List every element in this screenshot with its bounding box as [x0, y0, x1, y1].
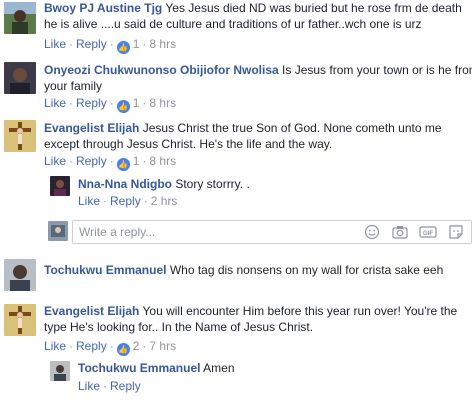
avatar-bwoy-pj[interactable]: [4, 2, 36, 34]
avatar-nna-nna-ndigbo[interactable]: [50, 176, 70, 196]
reply-link[interactable]: Reply: [76, 96, 107, 110]
reply-actions: Like · Reply · 2 hrs: [78, 194, 178, 208]
thumbs-up-icon: 👍: [116, 343, 130, 356]
comment-text: You will encounter Him before this year …: [142, 304, 458, 318]
like-link[interactable]: Like: [44, 96, 66, 110]
current-user-avatar: [48, 221, 68, 241]
reply-input[interactable]: [79, 223, 349, 241]
reply-link[interactable]: Reply: [110, 379, 141, 393]
timestamp[interactable]: 8 hrs: [149, 37, 176, 51]
comment-text: Jesus Christ the true Son of God. None c…: [142, 121, 442, 135]
timestamp[interactable]: 8 hrs: [149, 96, 176, 110]
comment-body: Onyeozi Chukwunonso Obijiofor Nwolisa Is…: [44, 62, 472, 78]
comment-author[interactable]: Bwoy PJ Austine Tjg: [44, 1, 162, 15]
like-count[interactable]: 2: [133, 339, 140, 353]
comment-author[interactable]: Evangelist Elijah: [44, 121, 139, 135]
reply-link[interactable]: Reply: [76, 339, 107, 353]
like-count[interactable]: 1: [133, 96, 140, 110]
avatar-tochukwu-emmanuel[interactable]: [50, 361, 70, 381]
comment-actions: Like · Reply · 👍 1 · 8 hrs: [44, 96, 177, 113]
avatar-onyeozi[interactable]: [4, 62, 36, 94]
comment-actions: Like · Reply · 👍 2 · 7 hrs: [44, 339, 177, 356]
reply-author[interactable]: Tochukwu Emmanuel: [78, 361, 200, 375]
reply-link[interactable]: Reply: [110, 194, 141, 208]
comment-author[interactable]: Evangelist Elijah: [44, 304, 139, 318]
comment-text: Is Jesus from your town or is he from: [282, 63, 472, 77]
reply-body: Tochukwu Emmanuel Amen: [78, 360, 468, 376]
thumbs-up-icon: 👍: [116, 158, 130, 171]
avatar-evangelist-elijah[interactable]: [4, 304, 36, 336]
timestamp[interactable]: 7 hrs: [149, 339, 176, 353]
comment-text-line2: your family: [44, 79, 103, 93]
comment-author[interactable]: Tochukwu Emmanuel: [44, 263, 166, 277]
reply-author[interactable]: Nna-Nna Ndigbo: [78, 177, 172, 191]
like-link[interactable]: Like: [44, 37, 66, 51]
svg-text:GIF: GIF: [423, 231, 433, 237]
like-link[interactable]: Like: [44, 339, 66, 353]
reply-actions: Like · Reply: [78, 379, 141, 393]
avatar-tochukwu-emmanuel[interactable]: [4, 259, 36, 291]
timestamp[interactable]: 2 hrs: [151, 194, 178, 208]
comment-actions: Like · Reply · 👍 1 · 8 hrs: [44, 154, 177, 171]
like-count[interactable]: 1: [133, 154, 140, 168]
gif-icon[interactable]: GIF: [419, 224, 437, 240]
comment-text: Who tag dis nonsens on my wall for crist…: [169, 263, 444, 277]
comment-body: Evangelist Elijah You will encounter Him…: [44, 303, 472, 319]
comment-text-line2: except through Jesus Christ. He's the li…: [44, 137, 333, 151]
camera-icon[interactable]: [391, 224, 409, 240]
reply-text: Amen: [203, 361, 235, 375]
thumbs-up-icon: 👍: [116, 100, 130, 113]
comment-author[interactable]: Onyeozi Chukwunonso Obijiofor Nwolisa: [44, 63, 279, 77]
comment-text-line2: he is alive ....u said de culture and tr…: [44, 17, 422, 31]
reply-link[interactable]: Reply: [76, 37, 107, 51]
like-link[interactable]: Like: [44, 154, 66, 168]
comment-body: Bwoy PJ Austine Tjg Yes Jesus died ND wa…: [44, 0, 472, 16]
avatar-evangelist-elijah[interactable]: [4, 120, 36, 152]
comment-text-line2: type He's looking for.. In the Name of J…: [44, 320, 314, 334]
comment-body: Evangelist Elijah Jesus Christ the true …: [44, 120, 472, 136]
reply-text: Story storrry. .: [175, 177, 250, 191]
like-count[interactable]: 1: [133, 37, 140, 51]
like-link[interactable]: Like: [78, 194, 100, 208]
reply-link[interactable]: Reply: [76, 154, 107, 168]
timestamp[interactable]: 8 hrs: [149, 154, 176, 168]
reply-box: GIF: [72, 220, 472, 244]
reply-body: Nna-Nna Ndigbo Story storrry. .: [78, 176, 468, 192]
comment-actions: Like · Reply · 👍 1 · 8 hrs: [44, 37, 177, 54]
thumbs-up-icon: 👍: [116, 41, 130, 54]
like-link[interactable]: Like: [78, 379, 100, 393]
emoji-icon[interactable]: [363, 224, 381, 240]
comment-text: Yes Jesus died ND was buried but he rose…: [165, 1, 462, 15]
sticker-icon[interactable]: [447, 224, 465, 240]
comment-body: Tochukwu Emmanuel Who tag dis nonsens on…: [44, 262, 472, 278]
